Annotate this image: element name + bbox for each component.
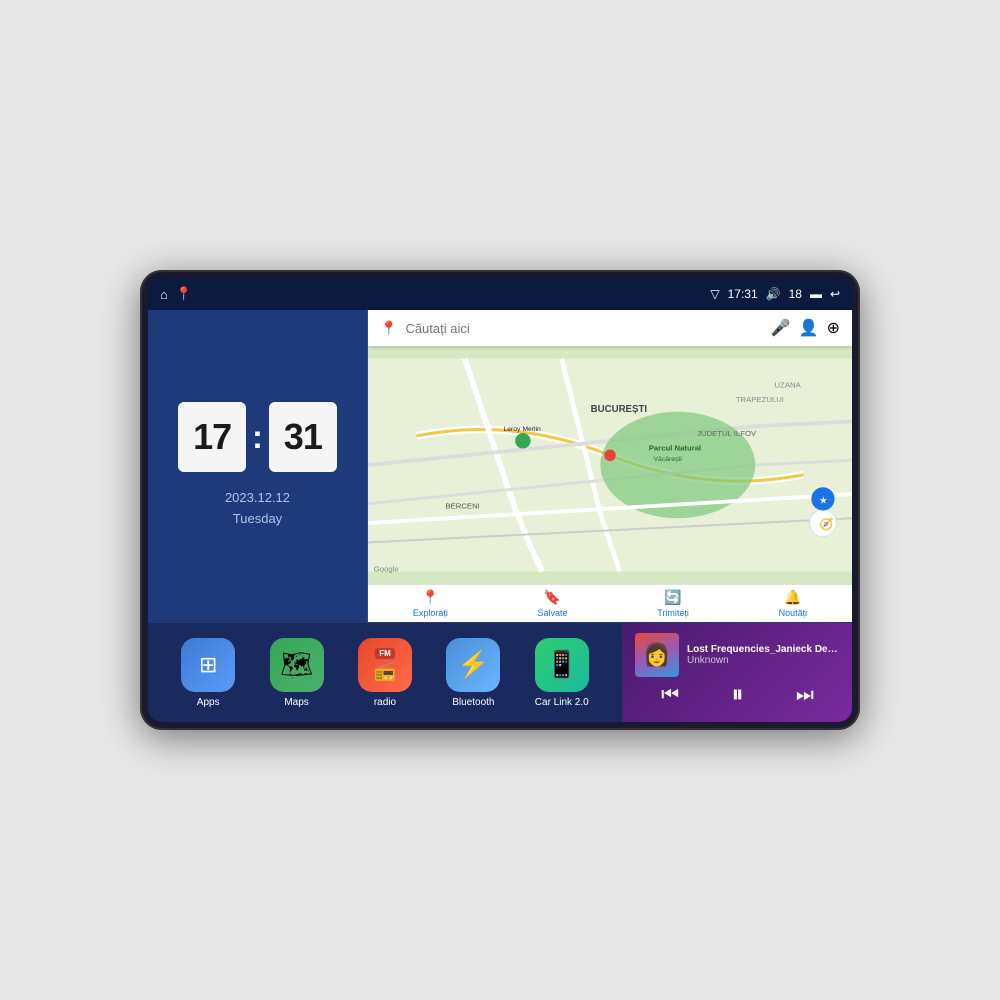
explore-label: Explorați xyxy=(413,608,448,618)
map-nav-bar: 📍 Explorați 🔖 Salvate 🔄 Trimiteți � xyxy=(368,584,852,622)
account-icon[interactable]: 👤 xyxy=(799,318,819,338)
volume-icon: 🔊 xyxy=(766,287,781,301)
svg-text:Văcărești: Văcărești xyxy=(654,456,683,463)
radio-speaker-icon: 📻 xyxy=(374,661,396,682)
app-icon-carlink[interactable]: 📱 Car Link 2.0 xyxy=(535,638,589,708)
apps-icon: ⊞ xyxy=(199,652,217,678)
svg-text:UZANA: UZANA xyxy=(775,381,802,390)
bluetooth-icon: ⚡ xyxy=(457,649,489,680)
clock-date: 2023.12.12 Tuesday xyxy=(225,488,290,530)
maps-icon-wrapper: 🗺 xyxy=(270,638,324,692)
bottom-section: ⊞ Apps 🗺 Maps FM 📻 xyxy=(148,622,852,722)
saved-label: Salvate xyxy=(538,608,568,618)
main-area: 17 : 31 2023.12.12 Tuesday 📍 xyxy=(148,310,852,722)
microphone-icon[interactable]: 🎤 xyxy=(771,318,791,338)
clock-date-value: 2023.12.12 xyxy=(225,488,290,509)
explore-icon: 📍 xyxy=(422,589,439,606)
carlink-icon: 📱 xyxy=(546,649,578,680)
music-thumbnail: 👩 xyxy=(635,633,679,677)
battery-level: 18 xyxy=(789,287,802,301)
music-player: 👩 Lost Frequencies_Janieck Devy-... Unkn… xyxy=(622,623,852,722)
music-artist: Unknown xyxy=(687,655,840,666)
map-search-bar[interactable]: 📍 🎤 👤 ⊕ xyxy=(368,310,852,346)
battery-icon: ▬ xyxy=(810,287,822,301)
map-content[interactable]: Parcul Natural Văcărești Leroy Merlin BU… xyxy=(368,346,852,584)
map-pin-icon: 📍 xyxy=(380,320,397,337)
radio-label: radio xyxy=(374,697,396,708)
clock-colon: : xyxy=(252,419,263,456)
clock-day-value: Tuesday xyxy=(225,509,290,530)
send-icon: 🔄 xyxy=(664,589,681,606)
news-label: Noutăți xyxy=(779,608,808,618)
apps-icon-wrapper: ⊞ xyxy=(181,638,235,692)
next-button[interactable]: ⏭ xyxy=(792,680,818,711)
carlink-icon-wrapper: 📱 xyxy=(535,638,589,692)
svg-text:JUDEȚUL ILFOV: JUDEȚUL ILFOV xyxy=(697,429,757,438)
radio-icon-wrapper: FM 📻 xyxy=(358,638,412,692)
svg-text:BUCUREȘTI: BUCUREȘTI xyxy=(591,404,648,415)
clock-widget: 17 : 31 2023.12.12 Tuesday xyxy=(148,310,368,622)
back-icon[interactable]: ↩ xyxy=(830,287,840,301)
car-display-device: ⌂ 📍 ▽ 17:31 🔊 18 ▬ ↩ 17 : 31 xyxy=(140,270,860,730)
svg-text:🧭: 🧭 xyxy=(819,517,833,531)
prev-button[interactable]: ⏮ xyxy=(657,680,683,711)
music-thumb-person: 👩 xyxy=(643,642,670,668)
layers-icon[interactable]: ⊕ xyxy=(827,318,840,338)
map-nav-explore[interactable]: 📍 Explorați xyxy=(413,589,448,618)
svg-text:Parcul Natural: Parcul Natural xyxy=(649,443,701,452)
app-icon-radio[interactable]: FM 📻 radio xyxy=(358,638,412,708)
map-nav-send[interactable]: 🔄 Trimiteți xyxy=(657,589,689,618)
status-left-icons: ⌂ 📍 xyxy=(160,286,192,302)
clock-minute: 31 xyxy=(269,402,337,472)
svg-text:TRAPEZULUI: TRAPEZULUI xyxy=(736,395,784,404)
saved-icon: 🔖 xyxy=(544,589,561,606)
map-svg: Parcul Natural Văcărești Leroy Merlin BU… xyxy=(368,346,852,584)
svg-text:★: ★ xyxy=(819,496,828,507)
music-title: Lost Frequencies_Janieck Devy-... xyxy=(687,644,840,655)
device-screen: ⌂ 📍 ▽ 17:31 🔊 18 ▬ ↩ 17 : 31 xyxy=(148,278,852,722)
clock-hour: 17 xyxy=(178,402,246,472)
app-icon-bluetooth[interactable]: ⚡ Bluetooth xyxy=(446,638,500,708)
play-pause-button[interactable]: ⏸ xyxy=(727,677,747,713)
app-icon-apps[interactable]: ⊞ Apps xyxy=(181,638,235,708)
map-search-input[interactable] xyxy=(405,321,762,336)
music-info: 👩 Lost Frequencies_Janieck Devy-... Unkn… xyxy=(635,633,840,677)
top-section: 17 : 31 2023.12.12 Tuesday 📍 xyxy=(148,310,852,622)
bluetooth-label: Bluetooth xyxy=(452,697,494,708)
maps-label: Maps xyxy=(284,697,308,708)
status-right-info: ▽ 17:31 🔊 18 ▬ ↩ xyxy=(710,287,840,301)
map-search-right-icons: 🎤 👤 ⊕ xyxy=(771,318,840,338)
maps-icon: 🗺 xyxy=(280,649,313,680)
carlink-label: Car Link 2.0 xyxy=(535,697,589,708)
status-bar: ⌂ 📍 ▽ 17:31 🔊 18 ▬ ↩ xyxy=(148,278,852,310)
music-text: Lost Frequencies_Janieck Devy-... Unknow… xyxy=(687,644,840,666)
music-controls: ⏮ ⏸ ⏭ xyxy=(635,677,840,713)
app-icon-maps[interactable]: 🗺 Maps xyxy=(270,638,324,708)
status-time: 17:31 xyxy=(728,287,758,301)
bluetooth-icon-wrapper: ⚡ xyxy=(446,638,500,692)
apps-label: Apps xyxy=(197,697,220,708)
clock-display: 17 : 31 xyxy=(178,402,337,472)
app-icons-area: ⊞ Apps 🗺 Maps FM 📻 xyxy=(148,623,622,722)
news-icon: 🔔 xyxy=(784,589,801,606)
svg-text:Leroy Merlin: Leroy Merlin xyxy=(504,426,541,433)
svg-text:Google: Google xyxy=(374,564,399,573)
signal-icon: ▽ xyxy=(710,287,719,301)
home-icon[interactable]: ⌂ xyxy=(160,287,168,302)
map-widget[interactable]: 📍 🎤 👤 ⊕ xyxy=(368,310,852,622)
send-label: Trimiteți xyxy=(657,608,689,618)
map-nav-news[interactable]: 🔔 Noutăți xyxy=(779,589,808,618)
maps-status-icon[interactable]: 📍 xyxy=(176,286,192,302)
map-nav-saved[interactable]: 🔖 Salvate xyxy=(538,589,568,618)
svg-text:BERCENI: BERCENI xyxy=(445,502,479,511)
music-thumb-visual: 👩 xyxy=(635,633,679,677)
